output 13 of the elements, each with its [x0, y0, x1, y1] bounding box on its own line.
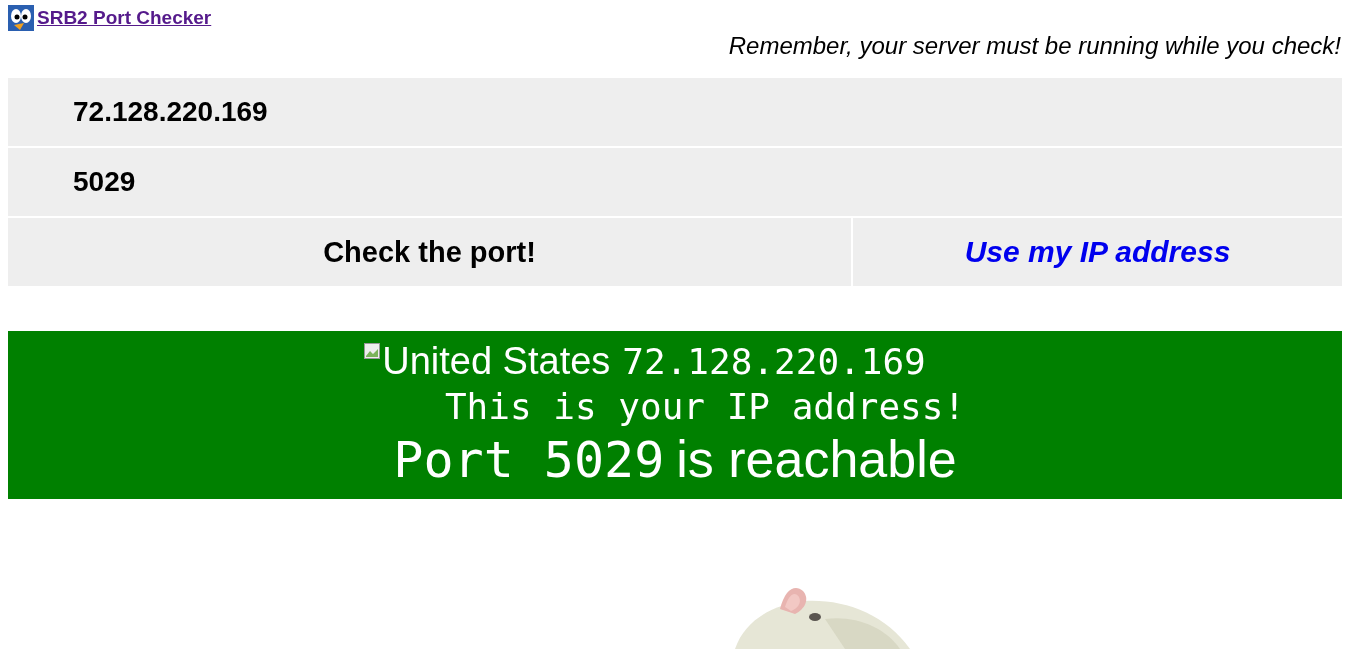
port-field[interactable]: 5029 — [8, 148, 1342, 216]
ip-message-text: This is your IP address! — [444, 385, 966, 429]
country-text: United States — [382, 339, 611, 385]
title-link[interactable]: SRB2 Port Checker — [37, 7, 212, 29]
use-my-ip-link[interactable]: Use my IP address — [853, 218, 1342, 286]
address-field[interactable]: 72.128.220.169 — [8, 78, 1342, 146]
broken-image-icon — [364, 343, 381, 360]
port-text: Port 5029 — [393, 430, 665, 491]
check-port-button[interactable]: Check the port! — [8, 218, 851, 286]
ip-text: 72.128.220.169 — [622, 340, 926, 384]
notice-text: Remember, your server must be running while you check! — [727, 32, 1341, 60]
reachability-text: is reachable — [676, 429, 957, 491]
cartoon-face-icon — [8, 5, 34, 31]
